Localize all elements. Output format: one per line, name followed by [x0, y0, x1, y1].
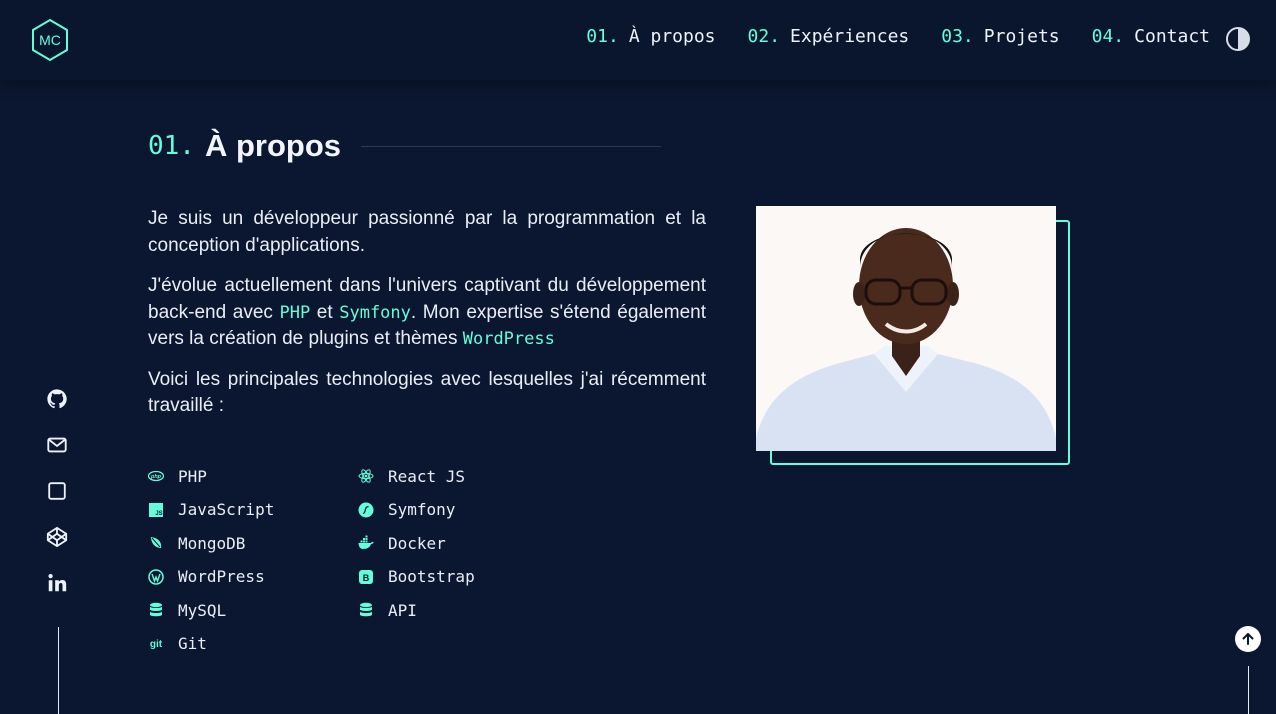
mongodb-icon	[148, 535, 164, 551]
nav-label: À propos	[628, 26, 716, 47]
svg-text:JS: JS	[155, 511, 162, 517]
list-item: MongoDB	[148, 532, 358, 554]
list-item: API	[358, 599, 568, 621]
profile-photo	[756, 206, 1056, 451]
nav-item-experiences[interactable]: 02. Expériences	[748, 26, 910, 47]
technology-list: php PHP React JS JS JavaScript Symfony M…	[148, 465, 588, 655]
list-item: Symfony	[358, 499, 568, 521]
nav-item-projects[interactable]: 03. Projets	[941, 26, 1059, 47]
nav-item-contact[interactable]: 04. Contact	[1092, 26, 1210, 47]
list-item: WordPress	[148, 566, 358, 588]
list-item: JS JavaScript	[148, 499, 358, 521]
nav-item-about[interactable]: 01. À propos	[586, 26, 715, 47]
section-title: À propos	[204, 128, 342, 163]
list-item: MySQL	[148, 599, 358, 621]
tech-label: Docker	[388, 533, 446, 553]
section-number: 01.	[148, 131, 195, 161]
codepen-icon[interactable]	[46, 526, 68, 548]
logo[interactable]: MC	[30, 18, 70, 62]
about-paragraph-1: Je suis un développeur passionné par la …	[148, 208, 706, 256]
tech-label: MySQL	[178, 600, 227, 620]
nav-label: Contact	[1134, 26, 1210, 47]
main-nav: 01. À propos 02. Expériences 03. Projets 04…	[586, 26, 1210, 47]
symfony-icon	[358, 502, 374, 518]
nav-label: Expériences	[790, 26, 910, 47]
section-heading: 01. À propos	[148, 128, 662, 164]
scroll-to-top-button[interactable]	[1235, 626, 1261, 652]
linkedin-icon[interactable]	[46, 572, 68, 594]
tech-label: Git	[178, 634, 207, 653]
left-vertical-line	[58, 627, 59, 714]
square-icon[interactable]	[46, 480, 68, 502]
docker-icon	[358, 535, 374, 551]
git-icon: git	[148, 636, 164, 652]
about-paragraph-2: J'évolue actuellement dans l'univers cap…	[148, 273, 706, 353]
highlight-symfony: Symfony	[339, 302, 411, 323]
javascript-icon: JS	[148, 502, 164, 518]
bootstrap-icon: B	[358, 569, 374, 585]
about-text: Je suis un développeur passionné par la …	[148, 206, 706, 434]
database-icon	[148, 602, 164, 618]
list-item: Docker	[358, 532, 568, 554]
database-icon	[358, 602, 374, 618]
theme-toggle-icon[interactable]	[1225, 26, 1251, 52]
tech-label: WordPress	[178, 567, 265, 586]
list-item: php PHP	[148, 465, 358, 487]
tech-label: Bootstrap	[388, 567, 475, 586]
text-span: et	[310, 301, 340, 323]
tech-label: React JS	[388, 466, 466, 486]
list-item: B Bootstrap	[358, 566, 568, 588]
top-header: MC 01. À propos 02. Expériences 03. Projets…	[0, 0, 1276, 80]
svg-text:B: B	[363, 573, 370, 583]
right-vertical-line	[1248, 666, 1249, 714]
mail-icon[interactable]	[46, 434, 68, 456]
nav-num: 01.	[586, 26, 619, 47]
tech-label: MongoDB	[178, 533, 246, 553]
tech-label: PHP	[178, 466, 207, 486]
heading-divider	[361, 145, 662, 147]
highlight-wordpress: WordPress	[462, 329, 555, 349]
social-links	[46, 388, 70, 594]
wordpress-icon	[148, 568, 164, 585]
git-icon-text: git	[150, 639, 163, 650]
php-icon: php	[148, 468, 164, 484]
react-icon	[358, 468, 374, 484]
svg-text:php: php	[150, 474, 162, 480]
list-item: React JS	[358, 465, 568, 487]
highlight-php: PHP	[279, 302, 311, 323]
tech-label: API	[388, 600, 417, 620]
tech-label: JavaScript	[178, 500, 275, 519]
tech-label: Symfony	[388, 500, 456, 519]
github-icon[interactable]	[46, 388, 68, 410]
arrow-up-icon	[1242, 633, 1254, 645]
nav-num: 03.	[941, 26, 974, 47]
nav-label: Projets	[983, 26, 1060, 47]
nav-num: 02.	[747, 26, 781, 47]
list-item: git Git	[148, 633, 358, 655]
about-paragraph-3: Voici les principales technologies avec …	[148, 368, 706, 417]
nav-num: 04.	[1091, 26, 1125, 47]
logo-text: MC	[39, 32, 61, 48]
